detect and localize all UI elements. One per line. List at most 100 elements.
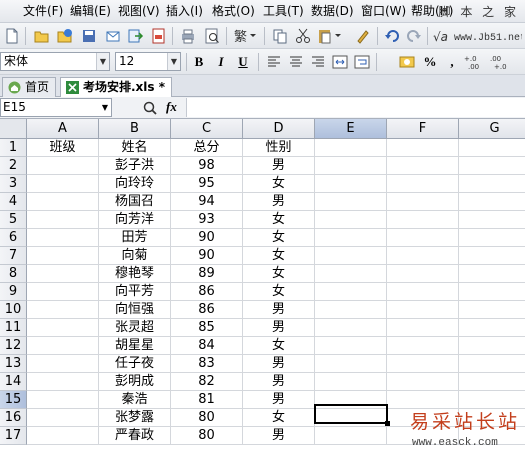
grid-cell[interactable]	[459, 373, 525, 391]
grid-cell[interactable]: 男	[243, 355, 315, 373]
grid-cell[interactable]	[387, 229, 459, 247]
row-header[interactable]: 9	[0, 283, 27, 301]
font-size-select[interactable]: 12 ▼	[115, 52, 181, 71]
grid-cell[interactable]	[315, 175, 387, 193]
grid-cell[interactable]	[459, 355, 525, 373]
grid-cell[interactable]	[315, 355, 387, 373]
grid-cell[interactable]: 80	[171, 409, 243, 427]
grid-cell[interactable]: 86	[171, 283, 243, 301]
menu-format[interactable]: 格式(O)	[210, 3, 257, 20]
grid-cell[interactable]: 93	[171, 211, 243, 229]
grid-cell[interactable]	[315, 265, 387, 283]
grid-cell[interactable]: 女	[243, 337, 315, 355]
grid-cell[interactable]: 向玲玲	[99, 175, 171, 193]
grid-cell[interactable]	[315, 211, 387, 229]
grid-cell[interactable]: 女	[243, 265, 315, 283]
grid-cell[interactable]: 性别	[243, 139, 315, 157]
grid-cell[interactable]: 总分	[171, 139, 243, 157]
grid-cell[interactable]: 田芳	[99, 229, 171, 247]
formula-input[interactable]	[186, 98, 525, 117]
grid-cell[interactable]: 班级	[27, 139, 99, 157]
grid-cell[interactable]	[315, 229, 387, 247]
grid-cell[interactable]	[315, 193, 387, 211]
grid-cell[interactable]	[459, 265, 525, 283]
grid-cell[interactable]	[459, 157, 525, 175]
grid-cell[interactable]	[27, 409, 99, 427]
menu-view[interactable]: 视图(V)	[116, 3, 162, 20]
export-pdf-icon[interactable]	[150, 27, 168, 45]
grid-cell[interactable]	[27, 265, 99, 283]
grid-cell[interactable]	[27, 247, 99, 265]
grid-cell[interactable]: 81	[171, 391, 243, 409]
grid-cell[interactable]: 张梦露	[99, 409, 171, 427]
column-header-g[interactable]: G	[459, 119, 525, 139]
column-header-f[interactable]: F	[387, 119, 459, 139]
save-icon[interactable]	[80, 27, 98, 45]
grid-cell[interactable]: 83	[171, 355, 243, 373]
align-right-icon[interactable]	[309, 53, 327, 71]
menu-edit[interactable]: 编辑(E)	[68, 3, 113, 20]
grid-cell[interactable]: 男	[243, 391, 315, 409]
grid-cell[interactable]	[27, 355, 99, 373]
grid-cell[interactable]	[315, 319, 387, 337]
grid-cell[interactable]	[27, 391, 99, 409]
row-header[interactable]: 14	[0, 373, 27, 391]
grid-cell[interactable]	[315, 157, 387, 175]
grid-cell[interactable]	[315, 247, 387, 265]
grid-cell[interactable]: 85	[171, 319, 243, 337]
grid-cell[interactable]: 女	[243, 409, 315, 427]
print-preview-icon[interactable]	[203, 27, 221, 45]
grid-cell[interactable]	[315, 373, 387, 391]
grid-cell[interactable]: 男	[243, 193, 315, 211]
row-header[interactable]: 17	[0, 427, 27, 445]
format-painter-icon[interactable]	[354, 27, 372, 45]
grid-cell[interactable]	[387, 373, 459, 391]
row-header[interactable]: 12	[0, 337, 27, 355]
menu-window[interactable]: 窗口(W)	[359, 3, 408, 20]
grid-cell[interactable]	[459, 319, 525, 337]
grid-cell[interactable]	[459, 283, 525, 301]
align-left-icon[interactable]	[265, 53, 283, 71]
export-icon[interactable]	[126, 27, 144, 45]
column-header-c[interactable]: C	[171, 119, 243, 139]
grid-cell[interactable]: 90	[171, 247, 243, 265]
grid-cell[interactable]: 向平芳	[99, 283, 171, 301]
grid-cell[interactable]: 向芳洋	[99, 211, 171, 229]
grid-cell[interactable]: 张灵超	[99, 319, 171, 337]
grid-cell[interactable]: 女	[243, 229, 315, 247]
grid-cell[interactable]	[387, 265, 459, 283]
grid-cell[interactable]	[387, 247, 459, 265]
menu-file[interactable]: 文件(F)	[21, 3, 65, 20]
grid-cell[interactable]	[27, 229, 99, 247]
align-center-icon[interactable]	[287, 53, 305, 71]
grid-cell[interactable]	[387, 283, 459, 301]
grid-cell[interactable]: 彭子洪	[99, 157, 171, 175]
column-header-e[interactable]: E	[315, 119, 387, 139]
grid-cell[interactable]: 86	[171, 301, 243, 319]
paste-icon[interactable]	[316, 27, 342, 45]
send-mail-icon[interactable]	[104, 27, 122, 45]
grid-cell[interactable]: 女	[243, 247, 315, 265]
grid-cell[interactable]: 秦浩	[99, 391, 171, 409]
grid-cell[interactable]	[315, 283, 387, 301]
menu-tools[interactable]: 工具(T)	[261, 3, 306, 20]
cut-icon[interactable]	[294, 27, 312, 45]
magnifier-icon[interactable]	[142, 100, 158, 116]
currency-icon[interactable]	[398, 53, 416, 71]
grid-cell[interactable]	[387, 355, 459, 373]
menu-data[interactable]: 数据(D)	[309, 3, 356, 20]
grid-cell[interactable]: 95	[171, 175, 243, 193]
percent-button[interactable]: %	[420, 53, 440, 71]
grid-cell[interactable]: 男	[243, 319, 315, 337]
grid-cell[interactable]	[387, 337, 459, 355]
grid-cell[interactable]	[27, 283, 99, 301]
grid-cell[interactable]	[27, 157, 99, 175]
grid-cell[interactable]: 姓名	[99, 139, 171, 157]
row-header[interactable]: 4	[0, 193, 27, 211]
row-header[interactable]: 13	[0, 355, 27, 373]
grid-cell[interactable]: 男	[243, 301, 315, 319]
grid-cell[interactable]	[387, 193, 459, 211]
grid-cell[interactable]	[27, 193, 99, 211]
row-header[interactable]: 16	[0, 409, 27, 427]
grid-cell[interactable]	[27, 337, 99, 355]
